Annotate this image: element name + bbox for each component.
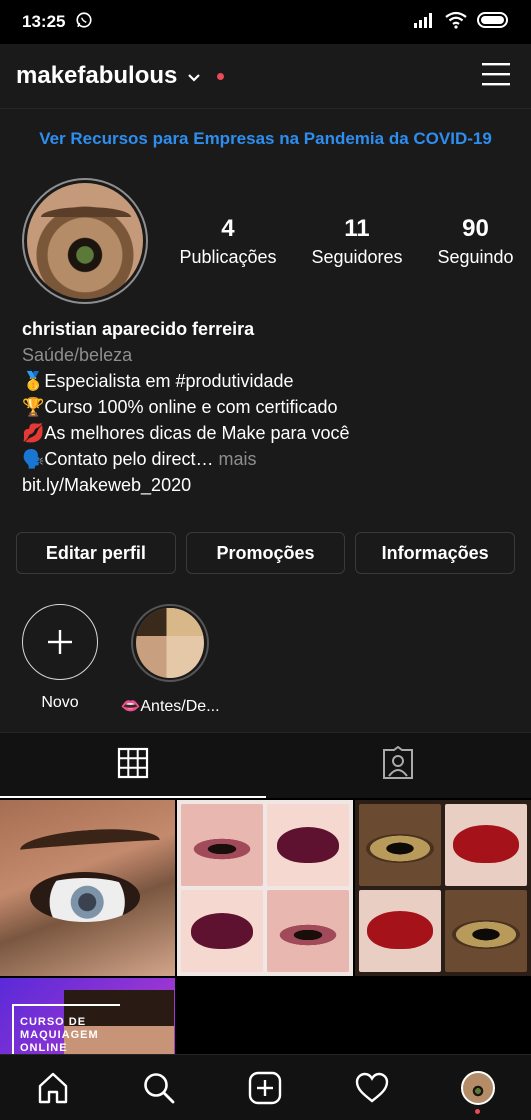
- profile-bio: christian aparecido ferreira Saúde/belez…: [0, 304, 531, 498]
- profile-name: christian aparecido ferreira: [22, 319, 255, 339]
- stat-label: Seguindo: [437, 246, 514, 267]
- notification-dot: [475, 1108, 481, 1114]
- bio-line: 🗣️Contato pelo direct…: [22, 449, 214, 469]
- home-icon[interactable]: [25, 1060, 81, 1116]
- signal-icon: [413, 12, 435, 33]
- promotions-button[interactable]: Promoções: [185, 532, 346, 574]
- bio-line: 🏆Curso 100% online e com certificado: [22, 397, 338, 417]
- stat-value: 11: [344, 214, 370, 242]
- tab-grid[interactable]: [0, 733, 266, 798]
- tagged-person-icon: [381, 745, 415, 785]
- menu-icon[interactable]: [481, 61, 511, 92]
- info-button[interactable]: Informações: [355, 532, 516, 574]
- wifi-icon: [445, 11, 467, 34]
- username: makefabulous: [16, 62, 178, 89]
- tab-tagged[interactable]: [266, 733, 531, 798]
- profile-section: 4 Publicações 11 Seguidores 90 Seguindo …: [0, 168, 531, 732]
- stat-following[interactable]: 90 Seguindo: [437, 215, 513, 268]
- highlight-new[interactable]: Novo: [20, 604, 100, 732]
- bio-line: 💋As melhores dicas de Make para você: [22, 423, 350, 443]
- stat-value: 4: [221, 214, 235, 242]
- account-switcher[interactable]: makefabulous: [16, 62, 225, 90]
- highlight-cover: [131, 604, 209, 682]
- whatsapp-icon: [75, 11, 93, 34]
- profile-category: Saúde/beleza: [22, 345, 133, 365]
- grid-icon: [117, 747, 149, 784]
- post-thumbnail[interactable]: [177, 800, 353, 976]
- edit-profile-button[interactable]: Editar perfil: [16, 532, 176, 574]
- status-time: 13:25: [22, 12, 66, 31]
- battery-icon: [477, 11, 511, 33]
- profile-actions: Editar perfil Promoções Informações: [0, 498, 531, 574]
- post-thumbnail[interactable]: [0, 800, 175, 976]
- top-bar: makefabulous: [0, 44, 531, 108]
- profile-avatar[interactable]: [22, 178, 148, 304]
- stat-label: Seguidores: [311, 246, 403, 267]
- highlight-label: Novo: [41, 694, 79, 711]
- heart-icon[interactable]: [344, 1060, 400, 1116]
- profile-link[interactable]: bit.ly/Makeweb_2020: [22, 472, 509, 498]
- stat-followers[interactable]: 11 Seguidores: [311, 215, 402, 268]
- bottom-navigation: [0, 1054, 531, 1120]
- status-bar: 13:25: [0, 0, 531, 44]
- highlight-antes-depois[interactable]: 👄Antes/De...: [120, 604, 220, 732]
- profile-avatar-icon: [460, 1070, 495, 1105]
- highlight-label: 👄Antes/De...: [120, 698, 220, 715]
- covid-resources-link[interactable]: Ver Recursos para Empresas na Pandemia d…: [0, 108, 531, 168]
- stat-posts[interactable]: 4 Publicações: [179, 215, 276, 268]
- course-post-text: CURSO DE MAQUIAGEM ONLINE: [20, 1016, 99, 1054]
- search-icon[interactable]: [131, 1060, 187, 1116]
- plus-icon: [22, 604, 98, 680]
- profile-stats: 4 Publicações 11 Seguidores 90 Seguindo: [148, 215, 531, 268]
- post-thumbnail[interactable]: [355, 800, 531, 976]
- story-highlights: Novo 👄Antes/De...: [0, 574, 531, 732]
- chevron-down-icon: [187, 62, 201, 90]
- stat-value: 90: [462, 214, 489, 242]
- new-post-icon[interactable]: [237, 1060, 293, 1116]
- avatar-image: [27, 183, 143, 299]
- bio-more-link[interactable]: mais: [214, 449, 257, 469]
- notification-dot: [217, 72, 225, 80]
- stat-label: Publicações: [179, 246, 277, 267]
- bio-line: 🥇Especialista em #produtividade: [22, 371, 294, 391]
- profile-tabs: [0, 732, 531, 798]
- profile-tab[interactable]: [450, 1060, 506, 1116]
- bio-line-last: 🗣️Contato pelo direct… mais: [22, 446, 509, 472]
